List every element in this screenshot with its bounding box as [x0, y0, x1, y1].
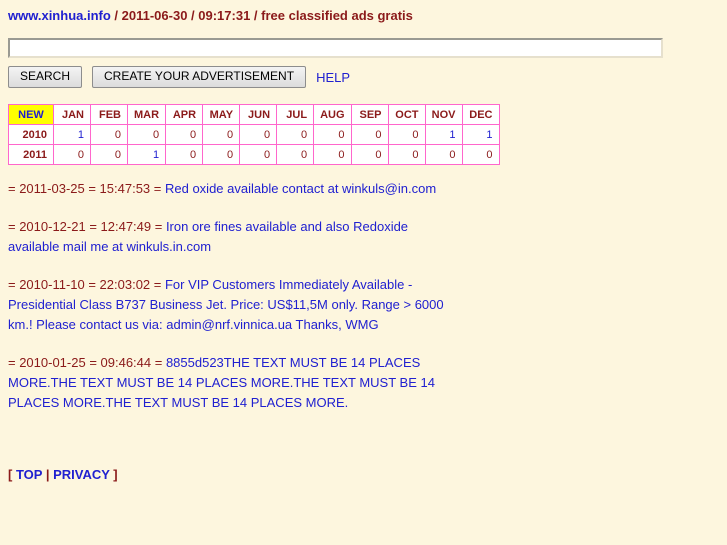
month-header-jun: JUN [239, 104, 278, 125]
site-header: www.xinhua.info / 2011-06-30 / 09:17:31 … [8, 8, 719, 24]
month-header-nov: NOV [424, 104, 463, 125]
month-header-sep: SEP [350, 104, 389, 125]
month-header-dec: DEC [461, 104, 500, 125]
count-link[interactable]: 1 [449, 129, 455, 141]
footer-pipe: | [42, 467, 54, 482]
count-2011-may: 0 [202, 144, 241, 165]
page-root: www.xinhua.info / 2011-06-30 / 09:17:31 … [0, 0, 727, 483]
count-2011-aug: 0 [313, 144, 352, 165]
new-header-cell[interactable]: NEW [8, 104, 54, 125]
header-time: 09:17:31 [198, 8, 251, 23]
count-2011-mar[interactable]: 1 [126, 144, 167, 165]
count-2011-jun: 0 [239, 144, 278, 165]
count-2011-feb: 0 [90, 144, 128, 165]
footer-top-link[interactable]: TOP [16, 467, 42, 482]
search-row [8, 38, 719, 58]
month-header-jan: JAN [53, 104, 91, 125]
count-2011-jul: 0 [276, 144, 315, 165]
count-2010-aug: 0 [313, 124, 352, 145]
search-button[interactable]: SEARCH [8, 66, 83, 88]
year-label-2010: 2010 [8, 124, 54, 145]
list-item: = 2010-11-10 = 22:03:02 = For VIP Custom… [8, 275, 451, 335]
list-item: = 2011-03-25 = 15:47:53 = Red oxide avai… [8, 179, 451, 199]
table-row: 2010 1 0 0 0 0 0 0 0 0 0 1 1 [8, 124, 500, 145]
header-separator-1: / [110, 8, 122, 23]
count-2010-jan[interactable]: 1 [53, 124, 91, 145]
count-link[interactable]: 1 [153, 149, 159, 161]
footer-close-bracket: ] [109, 467, 118, 482]
count-2010-jul: 0 [276, 124, 315, 145]
count-2010-dec[interactable]: 1 [461, 124, 500, 145]
count-2011-sep: 0 [350, 144, 389, 165]
month-header-aug: AUG [313, 104, 352, 125]
footer-privacy-link[interactable]: PRIVACY [53, 467, 110, 482]
listing-meta: = 2010-11-10 = 22:03:02 = [8, 277, 165, 292]
header-separator-2: / [187, 8, 199, 23]
count-2010-may: 0 [202, 124, 241, 145]
listing-meta: = 2010-12-21 = 12:47:49 = [8, 219, 166, 234]
month-header-jul: JUL [276, 104, 315, 125]
list-item: = 2010-12-21 = 12:47:49 = Iron ore fines… [8, 217, 451, 257]
month-table-head: NEW JAN FEB MAR APR MAY JUN JUL AUG SEP … [8, 104, 500, 125]
month-header-may: MAY [202, 104, 241, 125]
table-header-row: NEW JAN FEB MAR APR MAY JUN JUL AUG SEP … [8, 104, 500, 125]
year-label-2011: 2011 [8, 144, 54, 165]
count-link[interactable]: 1 [486, 129, 492, 141]
table-row: 2011 0 0 1 0 0 0 0 0 0 0 0 0 [8, 144, 500, 165]
count-2010-jun: 0 [239, 124, 278, 145]
count-2010-feb: 0 [90, 124, 128, 145]
header-tagline: free classified ads gratis [261, 8, 413, 23]
header-date: 2011-06-30 [121, 8, 188, 23]
count-link[interactable]: 1 [78, 129, 84, 141]
count-2010-apr: 0 [165, 124, 204, 145]
month-header-feb: FEB [90, 104, 128, 125]
count-2011-jan: 0 [53, 144, 91, 165]
count-2011-oct: 0 [387, 144, 426, 165]
count-2010-sep: 0 [350, 124, 389, 145]
header-separator-3: / [250, 8, 262, 23]
count-2011-apr: 0 [165, 144, 204, 165]
create-advertisement-button[interactable]: CREATE YOUR ADVERTISEMENT [92, 66, 307, 88]
month-table-body: 2010 1 0 0 0 0 0 0 0 0 0 1 1 2011 0 0 1 … [8, 124, 500, 165]
count-2011-nov: 0 [424, 144, 463, 165]
listings: = 2011-03-25 = 15:47:53 = Red oxide avai… [8, 179, 451, 413]
list-item: = 2010-01-25 = 09:46:44 = 8855d523THE TE… [8, 353, 451, 413]
help-link[interactable]: HELP [316, 70, 350, 85]
month-counts-table: NEW JAN FEB MAR APR MAY JUN JUL AUG SEP … [8, 104, 500, 165]
listing-meta: = 2010-01-25 = 09:46:44 = [8, 355, 166, 370]
count-2010-nov[interactable]: 1 [424, 124, 463, 145]
count-2010-mar: 0 [126, 124, 167, 145]
month-header-oct: OCT [387, 104, 426, 125]
count-2011-dec: 0 [461, 144, 500, 165]
count-2010-oct: 0 [387, 124, 426, 145]
month-header-apr: APR [165, 104, 204, 125]
footer-open-bracket: [ [8, 467, 16, 482]
month-header-mar: MAR [126, 104, 167, 125]
search-input[interactable] [8, 38, 663, 58]
button-row: SEARCH CREATE YOUR ADVERTISEMENT HELP [8, 66, 719, 88]
footer: [ TOP | PRIVACY ] [8, 467, 719, 483]
site-brand-link[interactable]: www.xinhua.info [8, 8, 111, 23]
listing-meta: = 2011-03-25 = 15:47:53 = [8, 181, 165, 196]
listing-link[interactable]: Red oxide available contact at winkuls@i… [165, 181, 436, 196]
